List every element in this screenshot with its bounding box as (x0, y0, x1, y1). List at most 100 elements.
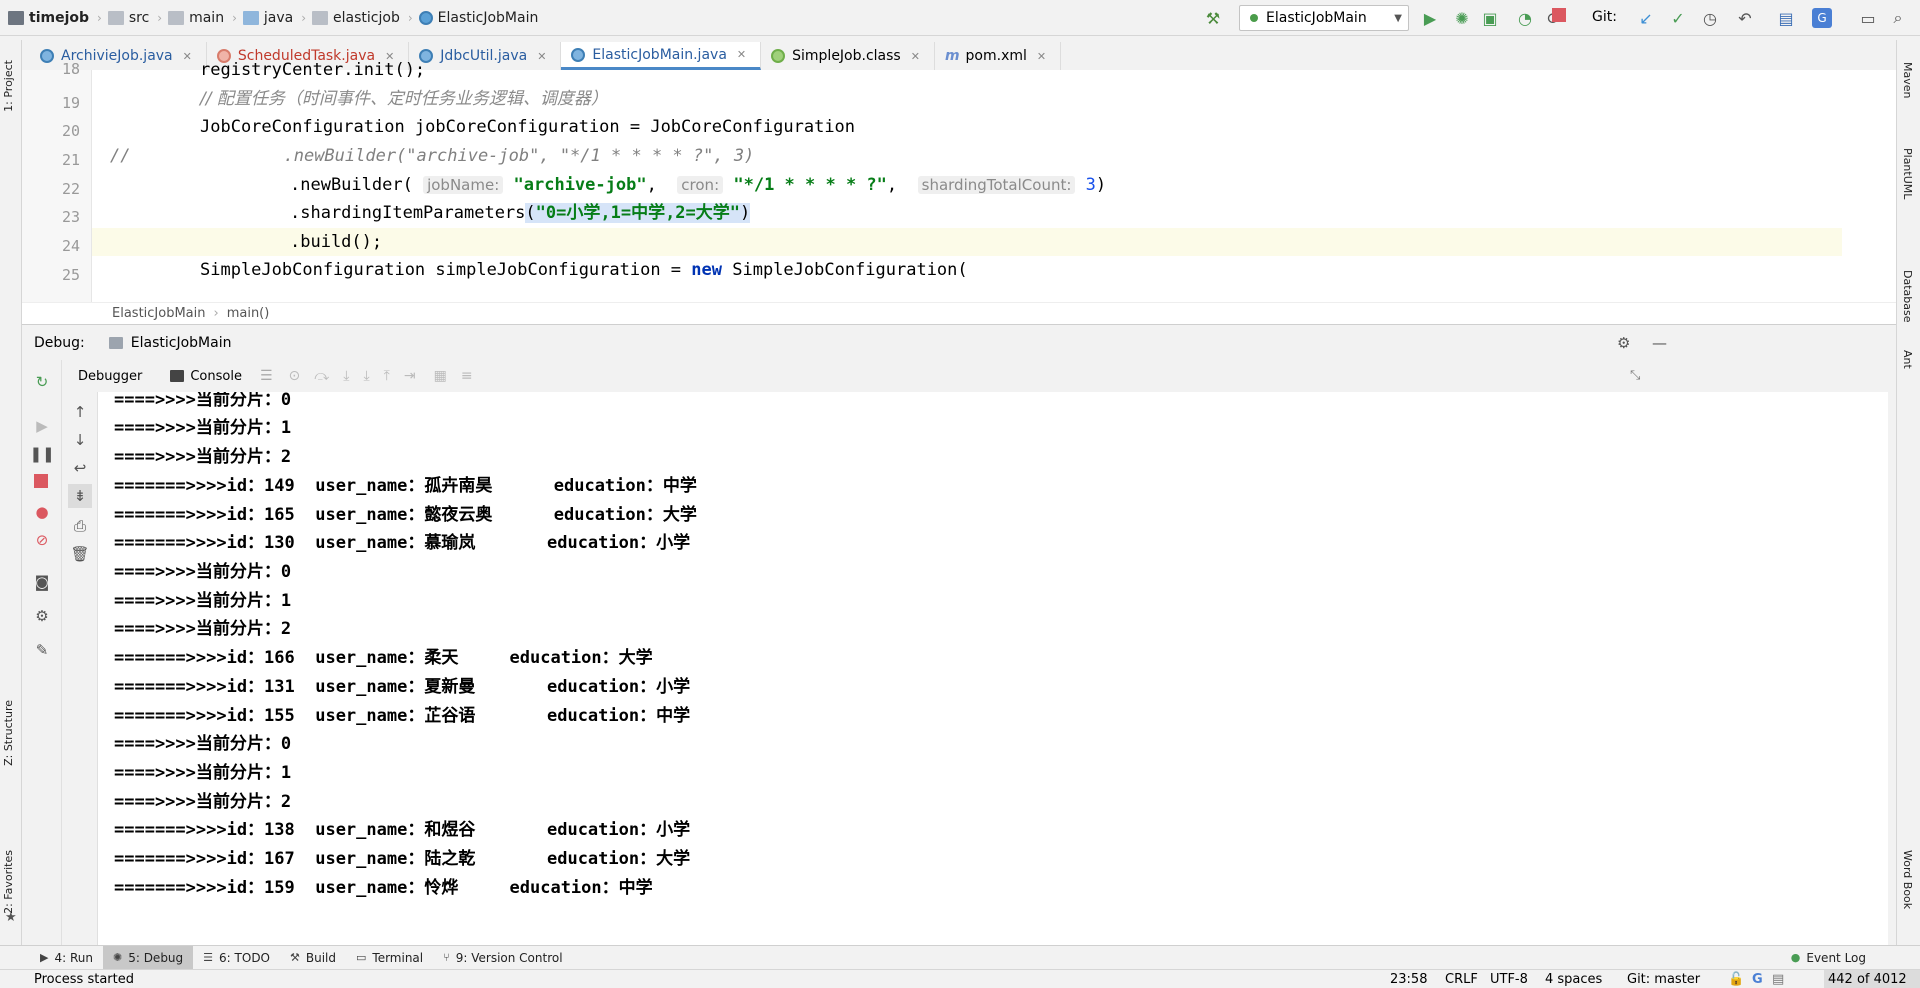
profile-icon[interactable]: ◔ (1515, 8, 1535, 28)
rollback-icon[interactable]: ↶ (1735, 8, 1755, 28)
notification-icon[interactable]: ▤ (1772, 970, 1784, 988)
breadcrumb-package[interactable]: elasticjob › (312, 0, 419, 36)
code-text: .newBuilder( (290, 175, 413, 195)
console-line: =======>>>>id：130 user_name：慕瑜岚 educatio… (114, 533, 691, 553)
step-over-icon[interactable]: ⤼ (314, 368, 329, 384)
camera-icon[interactable]: ◙ (32, 572, 52, 592)
git-branch[interactable]: Git: master (1627, 970, 1700, 988)
print-icon[interactable]: ⎙ (70, 516, 90, 536)
close-icon[interactable]: ✕ (537, 50, 546, 63)
arrow-up-icon[interactable]: ↑ (70, 402, 90, 422)
force-step-into-icon[interactable]: ⤓ (363, 368, 369, 384)
history-icon[interactable]: ◷ (1700, 8, 1720, 28)
breadcrumb-src[interactable]: src › (107, 0, 168, 36)
view-breakpoints-icon[interactable]: ● (32, 502, 52, 522)
tab-pom[interactable]: m pom.xml ✕ (935, 42, 1062, 70)
breadcrumb-class[interactable]: ElasticJobMain (112, 306, 206, 321)
translate-icon[interactable]: G (1812, 8, 1832, 28)
soft-wrap-icon[interactable]: ↩ (70, 458, 90, 478)
pin-icon[interactable]: ✎ (32, 640, 52, 660)
rerun-icon[interactable]: ↻ (32, 372, 52, 392)
event-log-button[interactable]: ● Event Log (1781, 946, 1876, 970)
lock-icon[interactable]: 🔓 (1728, 970, 1744, 988)
tab-jdbcutil[interactable]: JdbcUtil.java ✕ (409, 42, 562, 70)
build-tool-button[interactable]: ⚒ Build (280, 946, 346, 970)
step-out-icon[interactable]: ⤒ (384, 368, 390, 384)
code-line-20: JobCoreConfiguration jobCoreConfiguratio… (200, 113, 855, 141)
coverage-icon[interactable]: ▣ (1480, 8, 1500, 28)
breadcrumb-label: src (128, 9, 150, 26)
maven-tool-button[interactable]: Maven (1901, 62, 1914, 98)
debug-icon[interactable]: ✺ (1452, 8, 1472, 28)
database-tool-button[interactable]: Database (1901, 270, 1914, 323)
console-output[interactable]: ====>>>>当前分片：0 ====>>>>当前分片：1 ====>>>>当前… (98, 392, 1888, 945)
favorites-tool-button[interactable]: 2: Favorites (2, 850, 15, 914)
debug-tool-button[interactable]: ✺ 5: Debug (102, 945, 194, 970)
git-commit-icon[interactable]: ✓ (1668, 8, 1688, 28)
run-configuration-select[interactable]: ElasticJobMain ▼ (1239, 5, 1409, 31)
maven-icon: m (944, 48, 960, 64)
hammer-build-icon[interactable]: ⚒ (1203, 8, 1223, 28)
memory-indicator[interactable]: 442 of 4012 (1824, 970, 1920, 988)
resume-icon[interactable]: ▶ (32, 416, 52, 436)
stop-icon[interactable] (1552, 8, 1566, 22)
search-icon[interactable]: ⌕ (1888, 8, 1908, 28)
console-line: =======>>>>id：131 user_name：夏新曼 educatio… (114, 677, 691, 697)
param-hint: shardingTotalCount: (917, 176, 1076, 194)
minimize-icon[interactable]: — (1652, 334, 1667, 352)
pause-icon[interactable]: ❚❚ (29, 444, 54, 464)
structure-tool-button[interactable]: Z: Structure (2, 700, 15, 766)
tab-label: JdbcUtil.java (440, 48, 528, 64)
caret-position[interactable]: 23:58 (1390, 970, 1427, 988)
debug-session-tab[interactable]: ElasticJobMain (131, 335, 232, 351)
tab-elasticjobmain[interactable]: ElasticJobMain.java ✕ (561, 42, 762, 70)
scroll-to-end-icon[interactable]: ⇟ (68, 484, 92, 508)
close-icon[interactable]: ✕ (911, 50, 920, 63)
evaluate-icon[interactable]: ▦ (434, 368, 447, 384)
breadcrumb-class[interactable]: ElasticJobMain (418, 0, 538, 36)
indent-setting[interactable]: 4 spaces (1545, 970, 1602, 988)
code-text: .build(); (290, 232, 383, 252)
settings-gear-icon[interactable]: ⚙ (32, 606, 52, 626)
tab-console[interactable]: Console (164, 364, 248, 388)
breadcrumb-java[interactable]: java › (242, 0, 312, 36)
presentation-icon[interactable]: ▭ (1858, 8, 1878, 28)
git-update-icon[interactable]: ↙ (1636, 8, 1656, 28)
console-line: =======>>>>id：138 user_name：和煜谷 educatio… (114, 820, 691, 840)
ant-tool-button[interactable]: Ant (1901, 350, 1914, 369)
terminal-tool-button[interactable]: ▭ Terminal (346, 946, 433, 970)
version-control-tool-button[interactable]: ⑂ 9: Version Control (433, 946, 572, 970)
stop-icon[interactable] (34, 474, 48, 488)
project-tool-button[interactable]: 1: Project (2, 60, 15, 112)
word-book-tool-button[interactable]: Word Book (1901, 850, 1914, 909)
trace-icon[interactable]: ≡ (461, 368, 473, 384)
run-tool-button[interactable]: ▶ 4: Run (30, 946, 103, 970)
show-execution-point-icon[interactable]: ⊙ (289, 368, 301, 384)
breadcrumb-method[interactable]: main() (227, 306, 270, 321)
run-icon[interactable]: ▶ (1420, 8, 1440, 28)
run-to-cursor-icon[interactable]: ⇥ (404, 368, 416, 384)
folder-icon (168, 10, 185, 25)
mute-breakpoints-icon[interactable]: ⊘ (32, 530, 52, 550)
close-icon[interactable]: ✕ (1037, 50, 1046, 63)
close-icon[interactable]: ✕ (183, 50, 192, 63)
step-into-icon[interactable]: ⤓ (343, 368, 349, 384)
arrow-down-icon[interactable]: ↓ (70, 430, 90, 450)
line-separator[interactable]: CRLF (1445, 970, 1478, 988)
restore-layout-icon[interactable]: ⤡ (1630, 368, 1640, 383)
breadcrumb-project[interactable]: timejob › (8, 0, 108, 36)
plantuml-tool-button[interactable]: PlantUML (1901, 148, 1914, 199)
code-editor[interactable]: 18 19 20 21 22 23 24 25 registryCenter.i… (22, 60, 1896, 302)
code-line-23: .shardingItemParameters("0=小学,1=中学,2=大学"… (290, 199, 751, 227)
code-line-18: registryCenter.init(); (200, 56, 425, 84)
breadcrumb-main[interactable]: main › (168, 0, 243, 36)
tab-debugger[interactable]: Debugger (78, 369, 142, 384)
tab-simplejob[interactable]: SimpleJob.class ✕ (761, 42, 935, 70)
trash-icon[interactable]: 🗑 (70, 544, 90, 564)
settings-gear-icon[interactable]: ⚙ (1617, 334, 1630, 352)
layout-icon[interactable]: ☰ (260, 368, 273, 384)
close-icon[interactable]: ✕ (737, 48, 746, 61)
file-encoding[interactable]: UTF-8 (1490, 970, 1528, 988)
todo-tool-button[interactable]: ☰ 6: TODO (193, 946, 280, 970)
project-structure-icon[interactable]: ▤ (1776, 8, 1796, 28)
